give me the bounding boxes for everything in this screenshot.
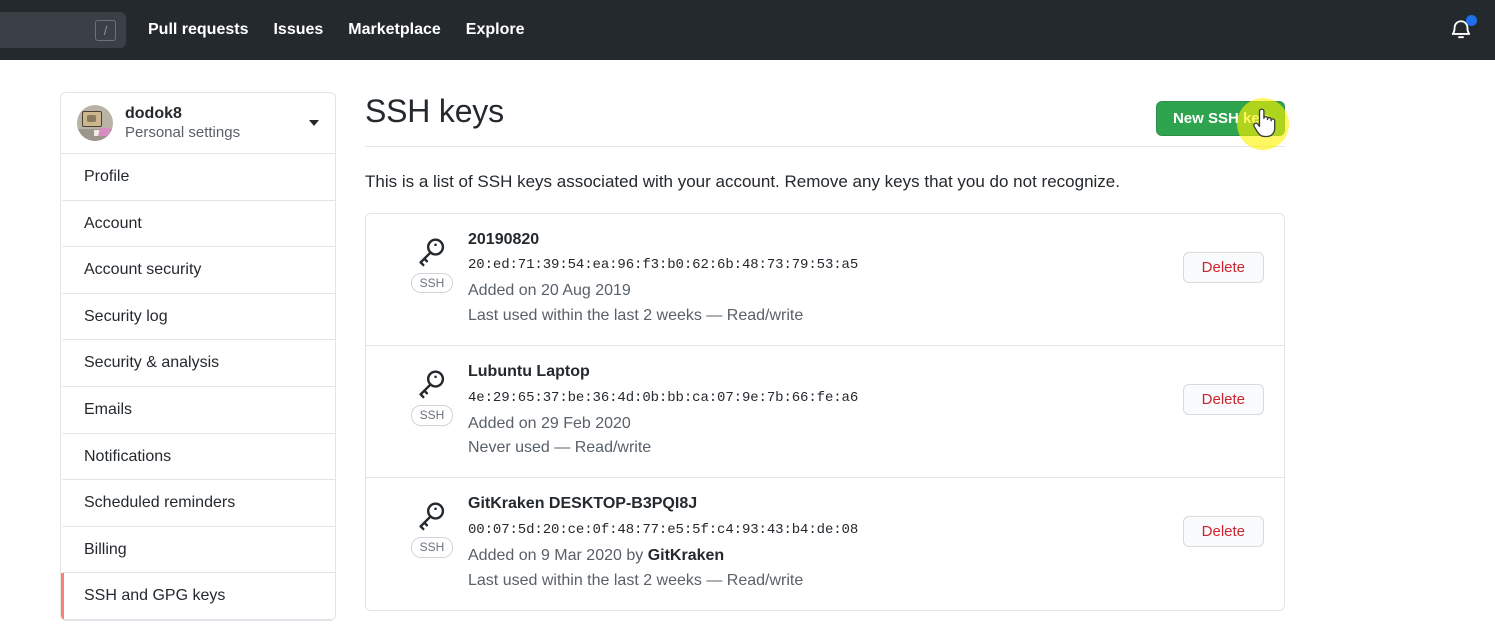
ssh-key-row: SSH 20190820 20:ed:71:39:54:ea:96:f3:b0:… [366,214,1284,346]
ssh-key-row: SSH GitKraken DESKTOP-B3PQI8J 00:07:5d:2… [366,478,1284,609]
sidebar-item-profile[interactable]: Profile [61,154,335,201]
chevron-down-icon[interactable] [309,120,319,126]
key-details: 20190820 20:ed:71:39:54:ea:96:f3:b0:62:6… [462,230,1183,329]
page-title: SSH keys [365,93,504,129]
key-added-text: Added on 20 Aug 2019 [468,282,631,300]
settings-sidebar: dodok8 Personal settings Profile Account… [60,92,336,621]
page-header: SSH keys New SSH key [365,92,1285,147]
key-icon [419,237,445,266]
notifications-button[interactable] [1447,15,1477,44]
new-ssh-key-button[interactable]: New SSH key [1155,101,1285,136]
delete-key-button[interactable]: Delete [1182,383,1264,415]
nav-explore[interactable]: Explore [466,21,525,39]
sidebar-item-notifications[interactable]: Notifications [61,434,335,481]
sidebar-item-scheduled-reminders[interactable]: Scheduled reminders [61,480,335,527]
sidebar-item-billing[interactable]: Billing [61,527,335,574]
ssh-key-row: SSH Lubuntu Laptop 4e:29:65:37:be:36:4d:… [366,346,1284,479]
key-fingerprint: 00:07:5d:20:ce:0f:48:77:e5:5f:c4:93:43:b… [468,522,859,539]
key-title: 20190820 [468,230,540,248]
profile-text: dodok8 Personal settings [125,104,309,143]
profile-subtitle: Personal settings [125,123,241,141]
top-header: / Pull requests Issues Marketplace Explo… [0,0,1495,60]
sidebar-item-security-log[interactable]: Security log [61,294,335,341]
key-usage: Last used within the last 2 weeks — Read… [468,307,804,325]
ssh-keys-list: SSH 20190820 20:ed:71:39:54:ea:96:f3:b0:… [365,212,1285,611]
primary-nav: Pull requests Issues Marketplace Explore [148,21,524,39]
avatar [77,105,113,141]
key-icon [419,370,445,399]
key-added-text: Added on 9 Mar 2020 by [468,547,648,565]
header-right [1447,15,1477,44]
key-type-badge: SSH [410,404,454,426]
key-type-badge: SSH [410,272,454,294]
key-icon-column: SSH [402,230,462,294]
key-icon [419,502,445,531]
key-title: Lubuntu Laptop [468,362,590,380]
sidebar-profile[interactable]: dodok8 Personal settings [61,93,335,154]
key-details: GitKraken DESKTOP-B3PQI8J 00:07:5d:20:ce… [462,494,1183,593]
key-type-badge: SSH [410,537,454,559]
key-details: Lubuntu Laptop 4e:29:65:37:be:36:4d:0b:b… [462,362,1183,461]
key-usage: Last used within the last 2 weeks — Read… [468,571,804,589]
nav-pull-requests[interactable]: Pull requests [148,21,248,39]
key-added-date: Added on 9 Mar 2020 by GitKraken [468,544,1183,569]
sidebar-item-security-analysis[interactable]: Security & analysis [61,340,335,387]
search-input[interactable]: / [0,12,126,48]
page-description: This is a list of SSH keys associated wi… [365,172,1120,191]
nav-marketplace[interactable]: Marketplace [348,21,441,39]
main-content: SSH keys New SSH key This is a list of S… [365,92,1285,621]
nav-issues[interactable]: Issues [273,21,323,39]
search-shortcut-badge: / [95,19,116,41]
key-added-by: GitKraken [647,547,725,565]
key-icon-column: SSH [402,494,462,559]
key-added-date: Added on 29 Feb 2020 [468,412,1183,437]
key-icon-column: SSH [402,362,462,426]
key-title: GitKraken DESKTOP-B3PQI8J [468,495,698,513]
delete-key-button[interactable]: Delete [1182,251,1264,283]
unread-indicator [1466,15,1477,26]
profile-username: dodok8 [125,104,182,122]
delete-key-button[interactable]: Delete [1182,516,1264,548]
page-body: dodok8 Personal settings Profile Account… [0,60,1495,621]
key-added-date: Added on 20 Aug 2019 [468,279,1183,304]
key-usage: Never used — Read/write [468,439,652,457]
sidebar-item-account-security[interactable]: Account security [61,247,335,294]
sidebar-item-emails[interactable]: Emails [61,387,335,434]
sidebar-item-ssh-and-gpg-keys[interactable]: SSH and GPG keys [61,573,335,620]
key-fingerprint: 4e:29:65:37:be:36:4d:0b:bb:ca:07:9e:7b:6… [468,389,859,406]
sidebar-item-account[interactable]: Account [61,201,335,248]
key-added-text: Added on 29 Feb 2020 [468,414,631,432]
key-fingerprint: 20:ed:71:39:54:ea:96:f3:b0:62:6b:48:73:7… [468,257,859,274]
